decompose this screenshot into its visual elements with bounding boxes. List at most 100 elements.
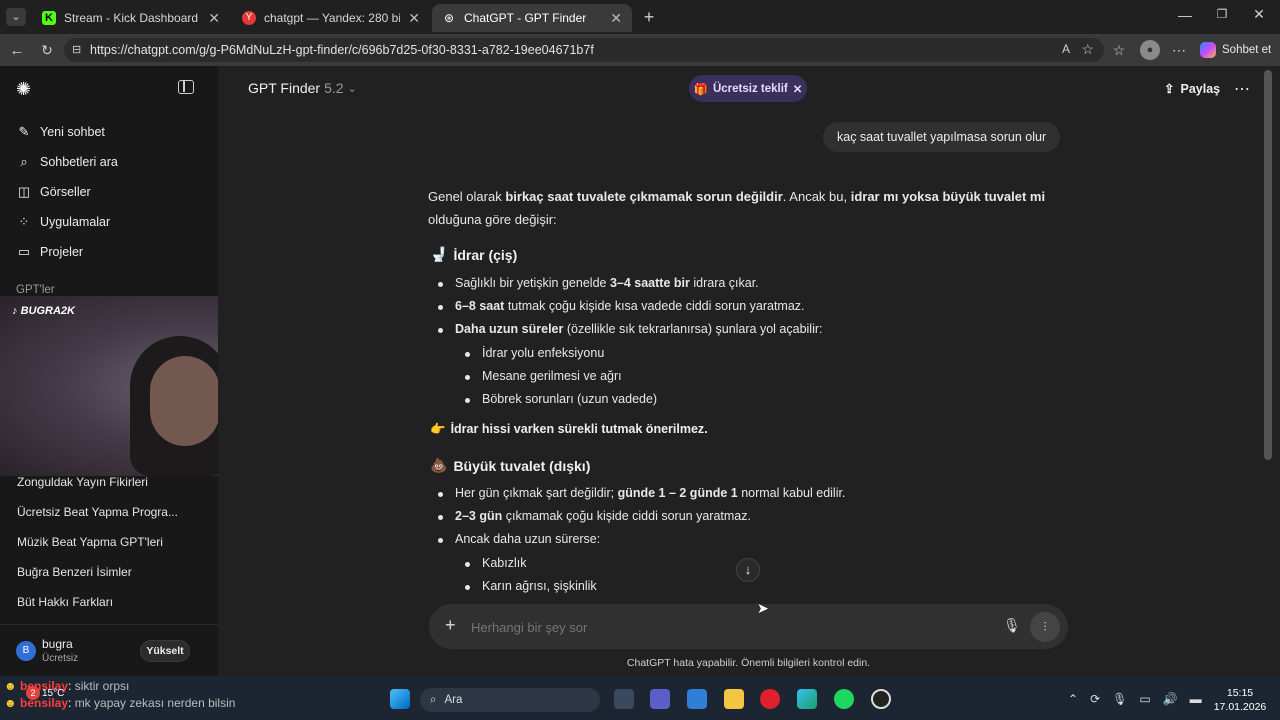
browser-tab-bar: ⌄ K Stream - Kick Dashboard ✕ Y chatgpt …: [0, 0, 1280, 34]
streamer-tag: ♪ BUGRA2K: [12, 305, 75, 317]
sidebar-item-label: Görseller: [40, 185, 91, 199]
poop-icon: 💩: [430, 457, 448, 473]
upgrade-button[interactable]: Yükselt: [140, 640, 190, 662]
close-tab-icon[interactable]: ✕: [610, 10, 622, 27]
new-tab-icon[interactable]: +: [640, 7, 658, 28]
display-icon[interactable]: ▭: [1139, 692, 1150, 706]
sidebar-item-projects[interactable]: ▭ Projeler: [16, 244, 83, 260]
share-button[interactable]: ⇪ Paylaş: [1164, 81, 1221, 97]
user-panel[interactable]: B bugra Ücretsiz Yükselt: [0, 624, 218, 676]
opera-icon[interactable]: [760, 689, 780, 709]
chat-item[interactable]: Zonguldak Yayın Fikirleri: [17, 475, 148, 489]
user-name: bugra: [42, 637, 73, 651]
section-label-gpts: GPT'ler: [16, 284, 55, 296]
close-icon[interactable]: ✕: [793, 82, 803, 96]
microphone-icon[interactable]: 🎙: [1003, 617, 1021, 634]
store-icon[interactable]: [687, 689, 707, 709]
chatgpt-favicon-icon: ⊛: [443, 11, 455, 25]
task-view-icon[interactable]: [614, 689, 634, 709]
scroll-down-button[interactable]: ↓: [736, 558, 760, 582]
user-plan: Ücretsiz: [42, 653, 79, 664]
taskbar-search[interactable]: ⌕ Ara: [420, 688, 600, 712]
user-message: kaç saat tuvallet yapılmasa sorun olur: [823, 122, 1061, 152]
sidebar-item-new-chat[interactable]: ✎ Yeni sohbet: [16, 124, 105, 140]
section-heading-stool: 💩 Büyük tuvalet (dışkı): [430, 457, 590, 474]
list-item: Her gün çıkmak şart değildir; günde 1 – …: [437, 486, 846, 500]
back-icon[interactable]: ←: [8, 42, 26, 59]
minimize-icon[interactable]: —: [1176, 7, 1194, 23]
chat-item[interactable]: Ücretsiz Beat Yapma Progra...: [17, 505, 178, 519]
plus-icon[interactable]: +: [445, 615, 456, 636]
favorites-icon[interactable]: ☆: [1110, 42, 1128, 59]
favorite-star-icon[interactable]: ☆: [1081, 41, 1094, 58]
arrow-down-icon: ↓: [744, 562, 752, 577]
edge-icon[interactable]: [797, 689, 817, 709]
free-offer-badge[interactable]: 🎁 Ücretsiz teklif ✕: [689, 75, 807, 102]
apps-icon: ⁘: [18, 214, 30, 229]
share-icon: ⇪: [1164, 82, 1175, 96]
heading-text: İdrar (çiş): [453, 246, 518, 263]
chevron-up-icon[interactable]: ⌃: [1068, 692, 1078, 706]
close-window-icon[interactable]: ✕: [1250, 6, 1268, 23]
tab-kick-dashboard[interactable]: K Stream - Kick Dashboard ✕: [32, 4, 230, 32]
battery-icon[interactable]: ▬: [1190, 692, 1202, 706]
refresh-icon[interactable]: ↻: [38, 42, 56, 59]
microphone-icon[interactable]: 🎙: [1112, 692, 1127, 706]
sidebar-item-images[interactable]: ◫ Görseller: [16, 184, 91, 200]
scrollbar-thumb[interactable]: [1264, 70, 1272, 460]
toggle-sidebar-icon[interactable]: [178, 80, 194, 94]
copilot-button[interactable]: Sohbet et: [1200, 42, 1271, 58]
weather-temp[interactable]: 15°C: [42, 688, 64, 699]
text: . Ancak bu,: [782, 189, 851, 204]
note: 👉 İdrar hissi varken sürekli tutmak öner…: [430, 422, 708, 437]
sync-icon[interactable]: ⟳: [1090, 692, 1100, 706]
tab-actions-icon[interactable]: ⌄: [6, 8, 26, 26]
text-bold: birkaç saat tuvalete çıkmamak sorun deği…: [505, 189, 783, 204]
clock[interactable]: 15:15 17.01.2026: [1210, 686, 1270, 714]
tab-title: Stream - Kick Dashboard: [64, 11, 199, 25]
chat-item[interactable]: Büt Hakkı Farkları: [17, 595, 113, 609]
teams-icon[interactable]: [650, 689, 670, 709]
share-label: Paylaş: [1180, 81, 1221, 96]
volume-icon[interactable]: 🔊: [1163, 692, 1178, 706]
start-icon[interactable]: [390, 689, 410, 709]
close-tab-icon[interactable]: ✕: [208, 10, 220, 27]
sidebar-item-apps[interactable]: ⁘ Uygulamalar: [16, 214, 111, 230]
sidebar-item-label: Uygulamalar: [40, 215, 111, 229]
tab-chatgpt[interactable]: ⊛ ChatGPT - GPT Finder ✕: [432, 4, 632, 32]
address-bar[interactable]: ⊟ https://chatgpt.com/g/g-P6MdNuLzH-gpt-…: [64, 38, 1104, 62]
maximize-icon[interactable]: ❐: [1213, 7, 1231, 21]
text-bold: idrar mı yoksa büyük tuvalet mi: [850, 189, 1046, 204]
sub-list-item: Böbrek sorunları (uzun vadede): [464, 392, 658, 406]
voice-mode-icon[interactable]: ⫶: [1030, 612, 1060, 642]
file-explorer-icon[interactable]: [724, 689, 744, 709]
spotify-icon[interactable]: [834, 689, 854, 709]
folder-icon: ▭: [17, 244, 31, 259]
browser-toolbar: ← ↻ ⊟ https://chatgpt.com/g/g-P6MdNuLzH-…: [0, 34, 1280, 66]
search-label: Ara: [444, 694, 463, 706]
read-aloud-icon[interactable]: A: [1062, 42, 1070, 56]
prompt-input[interactable]: [471, 616, 971, 638]
tab-yandex[interactable]: Y chatgpt — Yandex: 280 bin sonuç ✕: [232, 4, 430, 32]
streamer-name: BUGRA2K: [20, 305, 75, 317]
notification-badge: 2: [26, 686, 40, 700]
close-tab-icon[interactable]: ✕: [408, 10, 420, 27]
assistant-intro: Genel olarak birkaç saat tuvalete çıkmam…: [428, 185, 1048, 231]
profile-avatar-icon[interactable]: ●: [1140, 40, 1160, 60]
chat-item[interactable]: Müzik Beat Yapma GPT'leri: [17, 535, 163, 549]
tab-title: chatgpt — Yandex: 280 bin sonuç: [264, 11, 400, 25]
sidebar-item-label: Yeni sohbet: [40, 125, 105, 139]
more-icon[interactable]: ⋯: [1170, 42, 1188, 59]
emote-icon: ☻: [4, 696, 17, 710]
model-selector[interactable]: GPT Finder 5.2 ⌄: [248, 80, 357, 96]
sidebar-item-search[interactable]: ⌕ Sohbetleri ara: [16, 154, 117, 170]
sub-list-item: Mesane gerilmesi ve ağrı: [465, 369, 622, 383]
chat-item[interactable]: Buğra Benzeri İsimler: [17, 565, 132, 579]
more-options-icon[interactable]: ⋯: [1234, 79, 1250, 99]
obs-icon[interactable]: [871, 689, 891, 709]
list-item: Ancak daha uzun sürerse:: [437, 532, 601, 546]
openai-logo-icon[interactable]: ✺: [16, 79, 31, 100]
site-info-icon[interactable]: ⊟: [72, 43, 81, 56]
edit-icon: ✎: [18, 124, 30, 139]
list-item: 2–3 gün çıkmamak çoğu kişide ciddi sorun…: [438, 509, 751, 523]
